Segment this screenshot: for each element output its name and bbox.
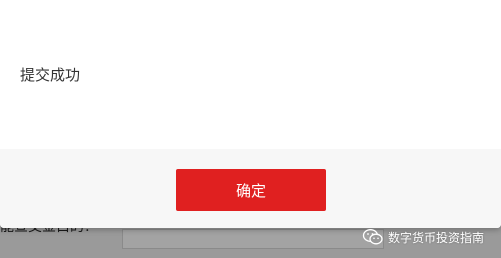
wechat-icon <box>362 228 384 246</box>
page: { "background": { "partial_text": "能查交金白… <box>0 0 501 258</box>
success-dialog: 提交成功 确定 <box>0 0 501 228</box>
dialog-footer: 确定 <box>0 149 501 228</box>
watermark: 数字货币投资指南 <box>362 227 484 247</box>
background-input-field <box>122 229 384 249</box>
confirm-button[interactable]: 确定 <box>176 169 326 211</box>
watermark-text: 数字货币投资指南 <box>388 230 485 245</box>
dialog-message: 提交成功 <box>20 66 81 84</box>
